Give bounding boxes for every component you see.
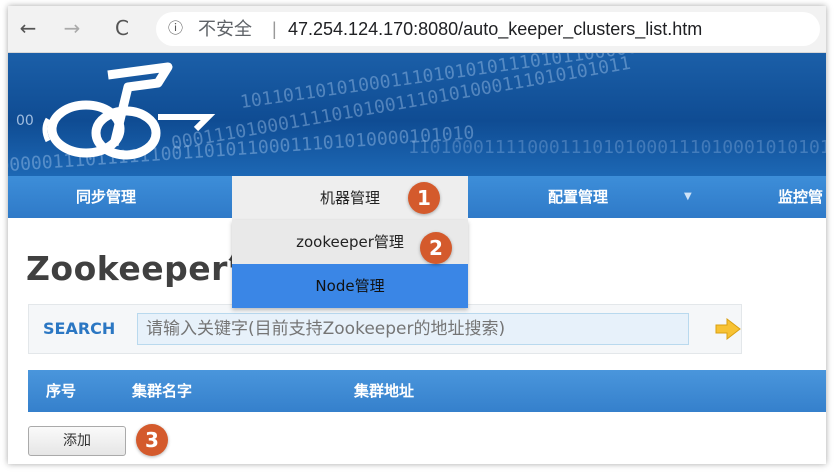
search-input[interactable] (137, 313, 689, 345)
add-button[interactable]: 添加 (28, 426, 126, 456)
dropdown-item-node[interactable]: Node管理 (232, 264, 468, 308)
url-separator: | (272, 19, 277, 39)
chevron-down-icon: ▼ (684, 191, 692, 202)
column-header-index[interactable]: 序号 (46, 370, 76, 412)
app-window: ← → C ⓘ 不安全 | 47.254.124.170:8080/auto_k… (8, 6, 826, 464)
search-bar: SEARCH (28, 304, 742, 354)
search-label: SEARCH (43, 319, 116, 338)
step-badge-2: 2 (420, 232, 452, 264)
nav-item-config[interactable]: 配置管理 (548, 176, 608, 218)
address-bar[interactable]: ⓘ 不安全 | 47.254.124.170:8080/auto_keeper_… (156, 12, 820, 46)
column-header-cluster-name[interactable]: 集群名字 (132, 370, 192, 412)
forward-icon[interactable]: → (58, 14, 86, 42)
nav-item-monitor[interactable]: 监控管 (778, 176, 823, 218)
nav-item-sync[interactable]: 同步管理 (76, 176, 136, 218)
step-badge-3: 3 (136, 424, 168, 456)
step-badge-1: 1 (408, 182, 440, 214)
table-header: 序号 集群名字 集群地址 (28, 370, 826, 412)
svg-text:00: 00 (16, 113, 34, 129)
back-icon[interactable]: ← (14, 14, 42, 42)
browser-toolbar: ← → C ⓘ 不安全 | 47.254.124.170:8080/auto_k… (8, 6, 826, 53)
arrow-right-icon[interactable] (715, 318, 741, 340)
header-banner: 1011011010100011101010101110101100000111… (8, 53, 826, 176)
binary-decor: 1101000111100011101010001110100010101010… (408, 137, 826, 158)
url-text: 47.254.124.170:8080/auto_keeper_clusters… (288, 19, 703, 39)
reload-icon[interactable]: C (108, 14, 136, 42)
security-status: 不安全 (198, 19, 252, 39)
logo: 00 (16, 62, 216, 160)
column-header-cluster-address[interactable]: 集群地址 (354, 370, 414, 412)
info-icon[interactable]: ⓘ (168, 12, 183, 46)
page-title: Zookeeper管 (26, 249, 262, 288)
